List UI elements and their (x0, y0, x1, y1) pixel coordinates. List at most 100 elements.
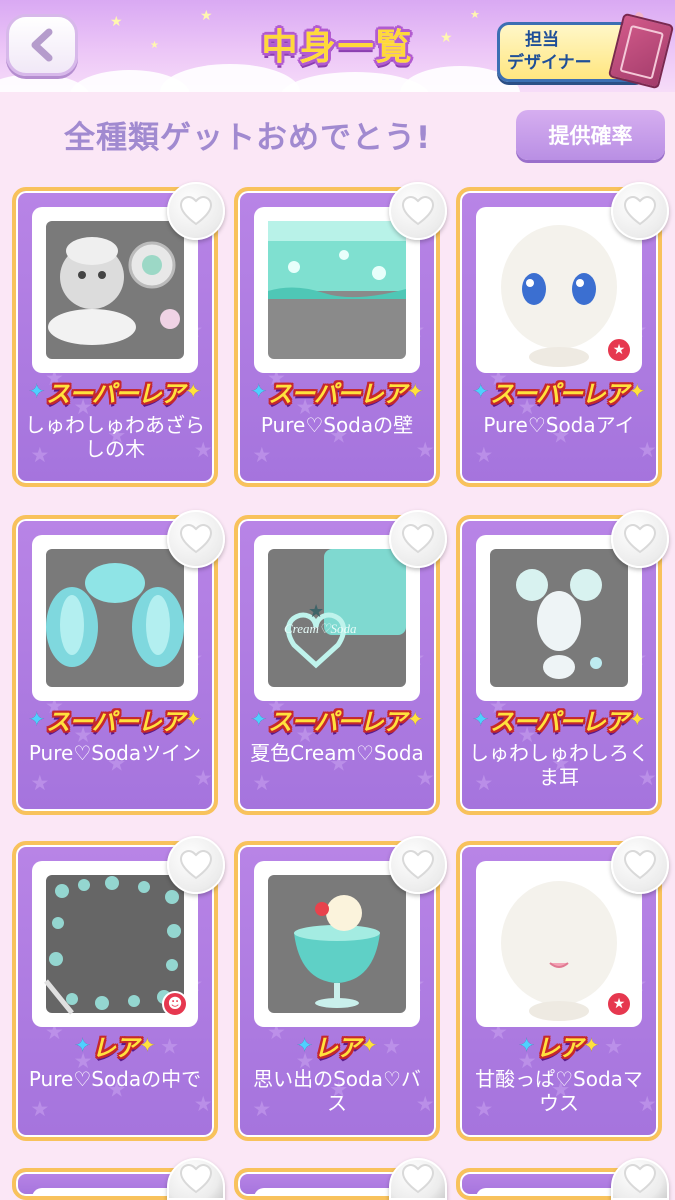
rarity-label: スーパーレア (46, 379, 185, 408)
favorite-button[interactable] (389, 182, 447, 240)
favorite-button[interactable] (611, 510, 669, 568)
congrats-message: 全種類ゲットおめでとう! (64, 120, 432, 156)
sparkle-icon: ✦ (472, 707, 490, 731)
favorite-button[interactable] (389, 1158, 447, 1200)
rarity-banner: ✦ スーパーレア ✦ (238, 699, 436, 739)
bear-ears-image (490, 549, 628, 687)
wall-image (268, 221, 406, 359)
sparkle-icon: ✦ (74, 1033, 91, 1057)
designer-button[interactable]: 担当 デザイナー (497, 10, 675, 90)
item-thumbnail[interactable]: Cream♡Soda ★ (254, 535, 420, 701)
favorite-button[interactable] (167, 182, 225, 240)
heart-icon (179, 850, 213, 880)
svg-text:★: ★ (252, 770, 271, 795)
svg-text:Cream♡Soda: Cream♡Soda (284, 621, 357, 636)
favorite-button[interactable] (611, 1158, 669, 1200)
header-bar: ★ ★ ★ ★ ★ 中身一覧 担当 デザイナー (0, 0, 675, 92)
heart-icon (179, 196, 213, 226)
item-thumbnail[interactable] (254, 207, 420, 373)
twin-image (46, 549, 184, 687)
sparkle-icon: ✦ (184, 379, 202, 403)
favorite-button[interactable] (167, 836, 225, 894)
rarity-label: スーパーレア (268, 707, 407, 736)
item-name: しゅわしゅわしろくま耳 (469, 741, 649, 789)
designer-label-line1: 担当 (525, 30, 559, 50)
sparkle-icon: ✦ (28, 707, 46, 731)
item-thumbnail[interactable] (476, 535, 642, 701)
drop-rates-button[interactable]: 提供確率 (516, 110, 665, 160)
svg-text:★: ★ (416, 437, 435, 462)
rarity-banner: ✦ スーパーレア ✦ (16, 371, 214, 411)
favorite-button[interactable] (389, 836, 447, 894)
item-thumbnail[interactable]: ☻ (32, 861, 198, 1027)
rarity-banner: ✦ レア ✦ (460, 1025, 658, 1065)
rarity-banner: ✦ スーパーレア ✦ (460, 371, 658, 411)
item-name: Pure♡Sodaアイ (483, 413, 635, 437)
item-thumbnail[interactable] (32, 207, 198, 373)
rarity-banner: ✦ スーパーレア ✦ (460, 699, 658, 739)
sparkle-icon: ✦ (139, 1033, 156, 1057)
svg-text:★: ★ (308, 601, 324, 622)
favorite-button[interactable] (167, 510, 225, 568)
favorite-button[interactable] (611, 836, 669, 894)
rarity-label: レア (536, 1033, 583, 1062)
item-name: Pure♡Sodaの中で (28, 1067, 202, 1091)
heart-icon (179, 1164, 213, 1194)
heart-icon (623, 1164, 657, 1194)
item-thumbnail[interactable]: ★ (476, 861, 642, 1027)
sparkle-icon: ✦ (406, 707, 424, 731)
sparkle-icon: ✦ (628, 379, 646, 403)
star-badge-icon: ★ (606, 991, 632, 1017)
sparkle-icon: ✦ (250, 379, 268, 403)
rarity-label: レア (314, 1033, 361, 1062)
item-thumbnail[interactable] (32, 535, 198, 701)
favorite-button[interactable] (611, 182, 669, 240)
heart-icon (401, 1164, 435, 1194)
sparkle-icon: ✦ (628, 707, 646, 731)
seal-tree-image (46, 221, 184, 359)
rarity-banner: ✦ スーパーレア ✦ (238, 371, 436, 411)
rarity-label: レア (92, 1033, 139, 1062)
svg-text:★: ★ (30, 1096, 49, 1121)
sparkle-icon: ✦ (250, 707, 268, 731)
item-thumbnail[interactable] (254, 861, 420, 1027)
item-name: Pure♡Sodaの壁 (260, 413, 414, 437)
sparkle-icon: ✦ (361, 1033, 378, 1057)
sparkle-icon: ✦ (296, 1033, 313, 1057)
rarity-label: スーパーレア (46, 707, 185, 736)
heart-icon (179, 524, 213, 554)
rarity-label: スーパーレア (490, 379, 629, 408)
rarity-banner: ✦ レア ✦ (238, 1025, 436, 1065)
heart-icon (623, 850, 657, 880)
sparkle-icon: ✦ (472, 379, 490, 403)
svg-text:★: ★ (474, 442, 493, 467)
heart-icon (623, 196, 657, 226)
heart-icon (401, 850, 435, 880)
heart-icon (623, 524, 657, 554)
cream-soda-image: Cream♡Soda ★ (268, 549, 406, 687)
item-name: しゅわしゅわあざらしの木 (25, 413, 205, 461)
rarity-label: スーパーレア (268, 379, 407, 408)
soda-glass-image (268, 875, 406, 1013)
item-name: 思い出のSoda♡バス (253, 1067, 421, 1115)
heart-icon (401, 196, 435, 226)
svg-text:★: ★ (194, 765, 213, 790)
svg-text:★: ★ (194, 1091, 213, 1116)
svg-text:★: ★ (638, 437, 657, 462)
sparkle-icon: ✦ (406, 379, 424, 403)
sparkle-icon: ✦ (583, 1033, 600, 1057)
rarity-label: スーパーレア (490, 707, 629, 736)
designer-label-line2: デザイナー (507, 53, 592, 73)
star-badge-icon: ★ (606, 337, 632, 363)
item-name: 夏色Cream♡Soda (250, 741, 424, 765)
sparkle-icon: ✦ (518, 1033, 535, 1057)
item-thumbnail[interactable]: ★ (476, 207, 642, 373)
favorite-button[interactable] (167, 1158, 225, 1200)
svg-text:★: ★ (416, 765, 435, 790)
sparkle-icon: ✦ (184, 707, 202, 731)
favorite-button[interactable] (389, 510, 447, 568)
rarity-banner: ✦ レア ✦ (16, 1025, 214, 1065)
avatar-badge-icon: ☻ (162, 991, 188, 1017)
item-name: Pure♡Sodaツイン (28, 741, 202, 765)
svg-text:★: ★ (252, 442, 271, 467)
